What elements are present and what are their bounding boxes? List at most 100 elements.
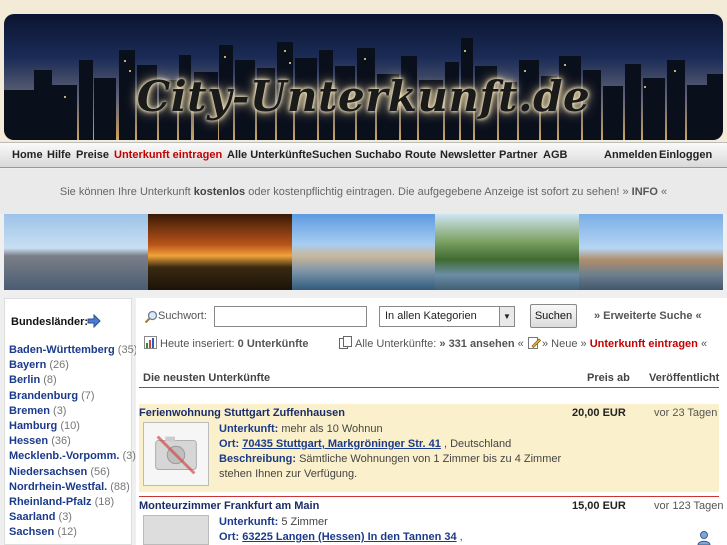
info-link[interactable]: INFO xyxy=(632,186,658,198)
category-select-value: In allen Kategorien xyxy=(385,310,477,322)
nav-home[interactable]: Home xyxy=(12,149,43,161)
state-name[interactable]: Saarland xyxy=(9,511,55,523)
list-item[interactable]: Ferienwohnung Stuttgart Zuffenhausen 20,… xyxy=(139,404,719,492)
ort-country: , xyxy=(456,531,463,543)
search-button[interactable]: Suchen xyxy=(530,304,577,328)
stats-new-tail: « xyxy=(700,338,708,350)
ort-link[interactable]: 63225 Langen (Hessen) In den Tannen 34 xyxy=(242,531,456,543)
search-icon xyxy=(144,310,158,324)
ort-country: , Deutschland xyxy=(440,438,512,450)
state-item[interactable]: Bremen (3) xyxy=(9,405,137,420)
edit-icon xyxy=(528,337,541,349)
state-item[interactable]: Saarland (3) xyxy=(9,511,137,526)
river-photo xyxy=(435,214,580,290)
stats-today-value: 0 Unterkünfte xyxy=(237,338,309,350)
stats-today: Heute inseriert: 0 Unterkünfte xyxy=(160,338,309,350)
state-list: Baden-Württemberg (35) Bayern (26) Berli… xyxy=(9,344,137,541)
state-item[interactable]: Bayern (26) xyxy=(9,359,137,374)
state-item[interactable]: Baden-Württemberg (35) xyxy=(9,344,137,359)
state-count: (88) xyxy=(110,480,130,493)
sunset-photo xyxy=(147,214,292,290)
header-title: Die neusten Unterkünfte xyxy=(143,372,271,384)
listing-title[interactable]: Ferienwohnung Stuttgart Zuffenhausen xyxy=(139,407,345,419)
nav-alle-unterkuenfte[interactable]: Alle Unterkünfte xyxy=(227,149,312,161)
state-item[interactable]: Sachsen (12) xyxy=(9,526,137,541)
state-count: (10) xyxy=(60,419,80,432)
nav-route[interactable]: Route xyxy=(405,149,436,161)
state-count: (56) xyxy=(90,465,110,478)
state-count: (36) xyxy=(51,435,71,448)
nav-einloggen[interactable]: Einloggen xyxy=(659,149,712,161)
search-label: Suchwort: xyxy=(158,310,207,322)
state-name[interactable]: Nordrhein-Westfal. xyxy=(9,481,107,493)
state-name[interactable]: Bremen xyxy=(9,405,50,417)
state-name[interactable]: Baden-Württemberg xyxy=(9,344,115,356)
stats-all-link[interactable]: » 331 ansehen xyxy=(439,338,514,350)
state-name[interactable]: Sachsen xyxy=(9,526,54,538)
state-count: (35) xyxy=(117,344,138,356)
nav-anmelden[interactable]: Anmelden xyxy=(604,149,657,161)
listing-title[interactable]: Monteurzimmer Frankfurt am Main xyxy=(139,500,319,512)
state-name[interactable]: Bayern xyxy=(9,359,46,371)
state-name[interactable]: Rheinland-Pfalz xyxy=(9,496,92,508)
stats-all-tail: « xyxy=(517,338,524,350)
state-count: (3) xyxy=(58,511,72,524)
state-item[interactable]: Nordrhein-Westfal. (88) xyxy=(9,481,137,496)
state-name[interactable]: Niedersachsen xyxy=(9,466,87,478)
listing-thumbnail[interactable] xyxy=(143,515,209,545)
beschreibung-label: Beschreibung: xyxy=(219,453,297,465)
state-item[interactable]: Brandenburg (7) xyxy=(9,390,137,405)
chevron-down-icon[interactable]: ▼ xyxy=(499,307,514,326)
state-count: (3) xyxy=(122,450,136,463)
state-count: (18) xyxy=(94,495,115,508)
nav-agb[interactable]: AGB xyxy=(543,149,567,161)
state-name[interactable]: Hamburg xyxy=(9,420,57,432)
header-price: Preis ab xyxy=(587,372,630,384)
header-published: Veröffentlicht xyxy=(649,372,720,384)
search-input[interactable] xyxy=(214,306,367,327)
stats-new-label: » Neue » xyxy=(542,338,587,350)
stats-new: » Neue » Unterkunft eintragen « xyxy=(542,338,707,350)
state-name[interactable]: Mecklenb.-Vorpomm. xyxy=(9,450,119,462)
nav-preise[interactable]: Preise xyxy=(76,149,109,161)
nav-newsletter[interactable]: Newsletter xyxy=(440,149,496,161)
arrow-right-icon xyxy=(87,314,101,328)
nav-unterkunft-eintragen[interactable]: Unterkunft eintragen xyxy=(114,149,222,161)
stats-new-link[interactable]: Unterkunft eintragen xyxy=(590,338,698,350)
nav-suchen[interactable]: Suchen xyxy=(312,149,352,161)
category-select[interactable]: In allen Kategorien ▼ xyxy=(379,306,515,327)
unterkunft-value: 5 Zimmer xyxy=(281,516,328,528)
nav-suchabo[interactable]: Suchabo xyxy=(355,149,401,161)
info-text-bold: kostenlos xyxy=(193,186,246,198)
state-name[interactable]: Hessen xyxy=(9,435,48,447)
nav-partner[interactable]: Partner xyxy=(499,149,538,161)
info-text-pre: Sie können Ihre Unterkunft xyxy=(59,186,194,198)
advanced-search-link[interactable]: » Erweiterte Suche « xyxy=(594,310,702,322)
state-item[interactable]: Mecklenb.-Vorpomm. (3) xyxy=(9,450,137,465)
ort-link[interactable]: 70435 Stuttgart, Markgröninger Str. 41 xyxy=(242,438,441,450)
state-item[interactable]: Rheinland-Pfalz (18) xyxy=(9,496,137,511)
state-name[interactable]: Berlin xyxy=(9,374,40,386)
nav-hilfe[interactable]: Hilfe xyxy=(47,149,71,161)
ort-label: Ort: xyxy=(219,438,240,450)
sidebar-title: Bundesländer: xyxy=(11,316,89,328)
state-item[interactable]: Berlin (8) xyxy=(9,374,137,389)
state-name[interactable]: Brandenburg xyxy=(9,390,78,402)
no-image-icon[interactable] xyxy=(143,422,209,486)
state-item[interactable]: Niedersachsen (56) xyxy=(9,466,137,481)
state-item[interactable]: Hamburg (10) xyxy=(9,420,137,435)
list-header: Die neusten Unterkünfte Preis ab Veröffe… xyxy=(139,368,719,388)
stats-all: Alle Unterkünfte: » 331 ansehen « xyxy=(355,338,524,350)
main-nav: Home Hilfe Preise Unterkunft eintragen A… xyxy=(0,142,727,168)
listing-price: 15,00 EUR xyxy=(572,500,626,512)
listing-date: vor 23 Tagen xyxy=(654,407,718,419)
state-count: (26) xyxy=(49,359,69,372)
site-logo[interactable]: City-Unterkunft.de xyxy=(4,72,723,121)
list-item[interactable]: Monteurzimmer Frankfurt am Main 15,00 EU… xyxy=(139,496,724,545)
stats-bar: Heute inseriert: 0 Unterkünfte Alle Unte… xyxy=(144,336,724,352)
listing-details: Unterkunft: 5 Zimmer Ort: 63225 Langen (… xyxy=(219,515,564,545)
user-icon[interactable] xyxy=(696,530,712,545)
listing-price: 20,00 EUR xyxy=(572,407,626,419)
state-count: (7) xyxy=(81,389,95,402)
state-item[interactable]: Hessen (36) xyxy=(9,435,137,450)
